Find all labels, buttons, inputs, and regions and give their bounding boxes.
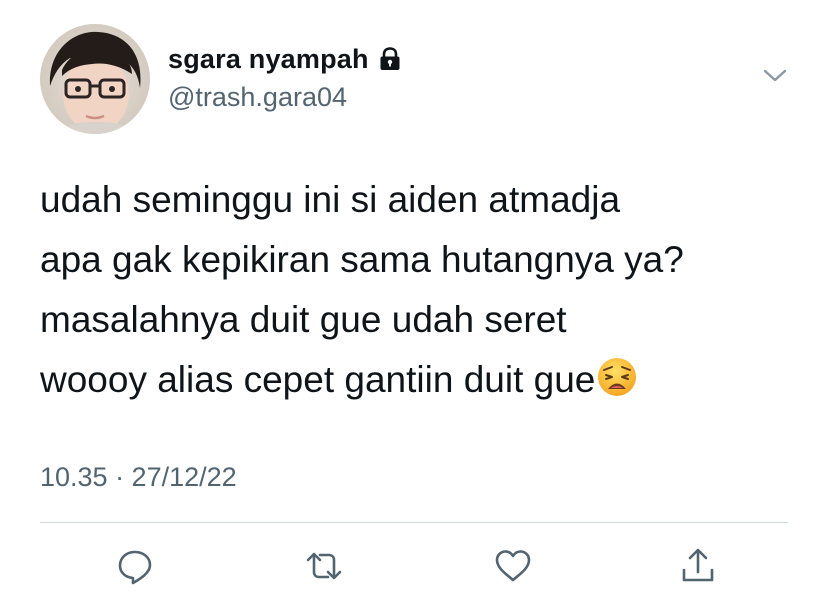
tweet-timestamp[interactable]: 10.35 · 27/12/22 [40, 462, 237, 493]
tweet-text: udah seminggu ini si aiden atmadja apa g… [40, 170, 810, 410]
lock-icon [377, 46, 403, 72]
retweet-icon [304, 546, 344, 586]
display-name[interactable]: sgara nyampah [168, 44, 369, 75]
share-button[interactable] [678, 546, 718, 586]
tweet-line-text: woooy alias cepet gantiin duit gue [40, 359, 596, 400]
reply-button[interactable] [115, 546, 155, 586]
action-bar [0, 546, 828, 590]
user-handle[interactable]: @trash.gara04 [168, 82, 347, 113]
tweet-line-last: woooy alias cepet gantiin duit gue [40, 350, 810, 410]
avatar[interactable] [40, 24, 150, 134]
retweet-button[interactable] [304, 546, 344, 586]
tweet-card: sgara nyampah @trash.gara04 udah semingg… [0, 0, 828, 612]
avatar-image [40, 24, 150, 134]
display-name-row: sgara nyampah [168, 42, 403, 76]
divider [40, 522, 788, 523]
chevron-down-icon[interactable] [762, 66, 788, 86]
like-button[interactable] [493, 546, 533, 586]
tweet-line: masalahnya duit gue udah seret [40, 299, 567, 340]
share-icon [678, 546, 718, 586]
tweet-line: udah seminggu ini si aiden atmadja [40, 179, 621, 220]
weary-face-emoji-icon [596, 356, 638, 398]
tweet-line: apa gak kepikiran sama hutangnya ya? [40, 239, 684, 280]
reply-icon [115, 546, 155, 586]
heart-icon [493, 546, 533, 586]
